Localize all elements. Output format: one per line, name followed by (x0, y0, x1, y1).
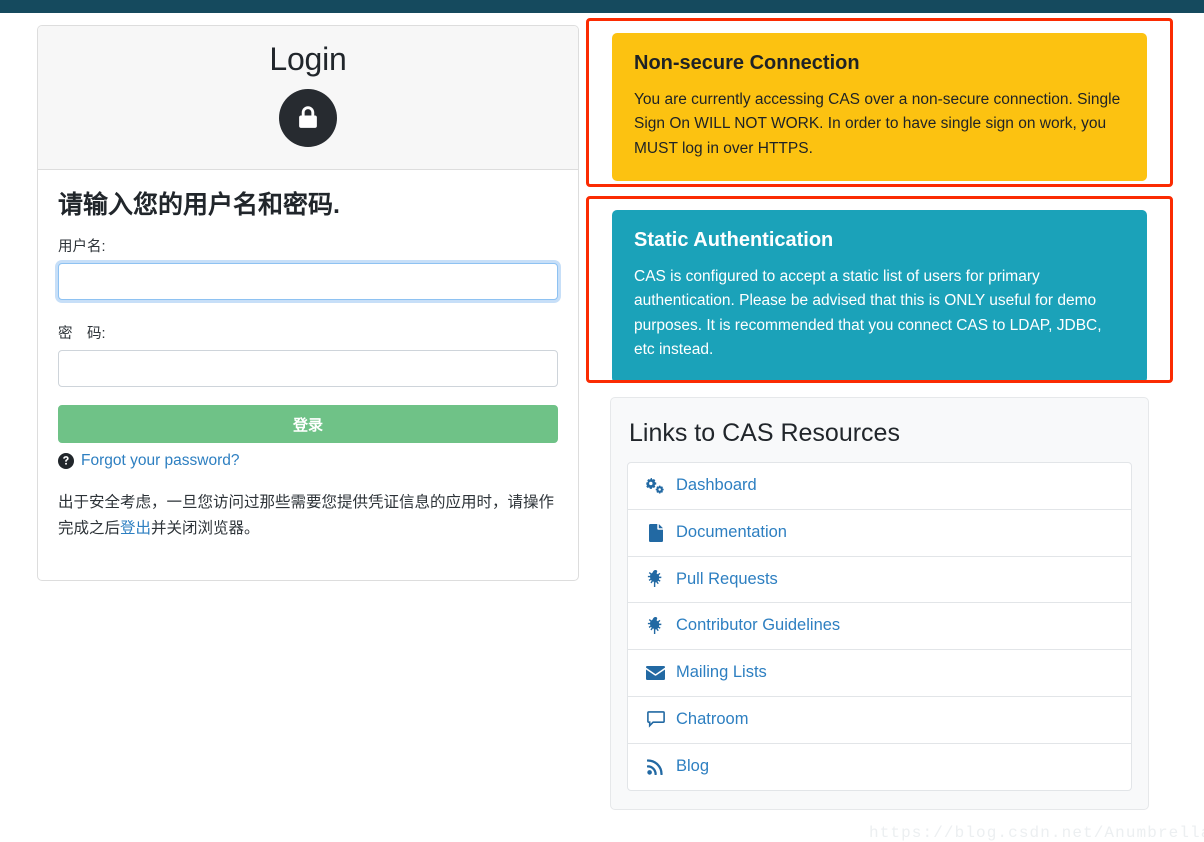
links-card-title: Links to CAS Resources (629, 418, 1132, 448)
list-item: Contributor Guidelines (628, 602, 1131, 649)
link-label: Dashboard (676, 476, 757, 496)
watermark-text: https://blog.csdn.net/Anumbrella (869, 824, 1204, 842)
list-item: Chatroom (628, 696, 1131, 743)
link-mailing-lists[interactable]: Mailing Lists (628, 650, 1131, 696)
page-title: Login (38, 42, 578, 77)
file-icon (646, 523, 665, 542)
list-item: Pull Requests (628, 556, 1131, 603)
page-content: Login 请输入您的用户名和密码. 用户名: 密 码: 登录 (0, 13, 1204, 839)
cogs-icon (646, 476, 665, 495)
list-item: Mailing Lists (628, 649, 1131, 696)
link-label: Mailing Lists (676, 663, 767, 683)
rss-icon (646, 757, 665, 776)
link-dashboard[interactable]: Dashboard (628, 463, 1131, 509)
list-item: Blog (628, 743, 1131, 790)
login-card: Login 请输入您的用户名和密码. 用户名: 密 码: 登录 (37, 25, 579, 581)
comment-icon (646, 710, 665, 729)
links-card: Links to CAS Resources Dashboard (610, 397, 1149, 810)
bug-icon (646, 617, 665, 636)
password-input[interactable] (58, 350, 558, 387)
username-label: 用户名: (58, 235, 558, 256)
notice-body: CAS is configured to accept a static lis… (634, 265, 1125, 363)
logout-link[interactable]: 登出 (120, 520, 151, 537)
list-item: Dashboard (628, 463, 1131, 509)
security-note: 出于安全考虑，一旦您访问过那些需要您提供凭证信息的应用时，请操作完成之后登出并关… (58, 490, 558, 540)
link-contributor-guidelines[interactable]: Contributor Guidelines (628, 603, 1131, 649)
bug-icon (646, 570, 665, 589)
link-chatroom[interactable]: Chatroom (628, 697, 1131, 743)
top-header-bar (0, 0, 1204, 13)
link-blog[interactable]: Blog (628, 744, 1131, 790)
links-list: Dashboard Documentation (627, 462, 1132, 791)
link-pull-requests[interactable]: Pull Requests (628, 557, 1131, 603)
username-input[interactable] (58, 263, 558, 300)
link-documentation[interactable]: Documentation (628, 510, 1131, 556)
notice-title: Static Authentication (634, 228, 1125, 252)
forgot-password-row: Forgot your password? (58, 452, 558, 470)
security-note-part2: 并关闭浏览器。 (151, 520, 260, 537)
login-instruction-heading: 请输入您的用户名和密码. (58, 190, 558, 221)
lock-icon (279, 89, 337, 147)
link-label: Pull Requests (676, 570, 778, 590)
link-label: Documentation (676, 523, 787, 543)
list-item: Documentation (628, 509, 1131, 556)
login-submit-button[interactable]: 登录 (58, 405, 558, 443)
password-label: 密 码: (58, 322, 558, 343)
link-label: Contributor Guidelines (676, 616, 840, 636)
notice-title: Non-secure Connection (634, 51, 1125, 75)
login-form: 请输入您的用户名和密码. 用户名: 密 码: 登录 Forgot your pa… (38, 170, 578, 580)
notice-static-authentication: Static Authentication CAS is configured … (612, 210, 1147, 383)
login-card-header: Login (38, 26, 578, 170)
notice-non-secure-connection: Non-secure Connection You are currently … (612, 33, 1147, 181)
forgot-password-link[interactable]: Forgot your password? (81, 452, 240, 470)
link-label: Blog (676, 757, 709, 777)
link-label: Chatroom (676, 710, 748, 730)
notice-body: You are currently accessing CAS over a n… (634, 88, 1125, 161)
question-circle-icon (58, 453, 74, 469)
envelope-icon (646, 664, 665, 683)
